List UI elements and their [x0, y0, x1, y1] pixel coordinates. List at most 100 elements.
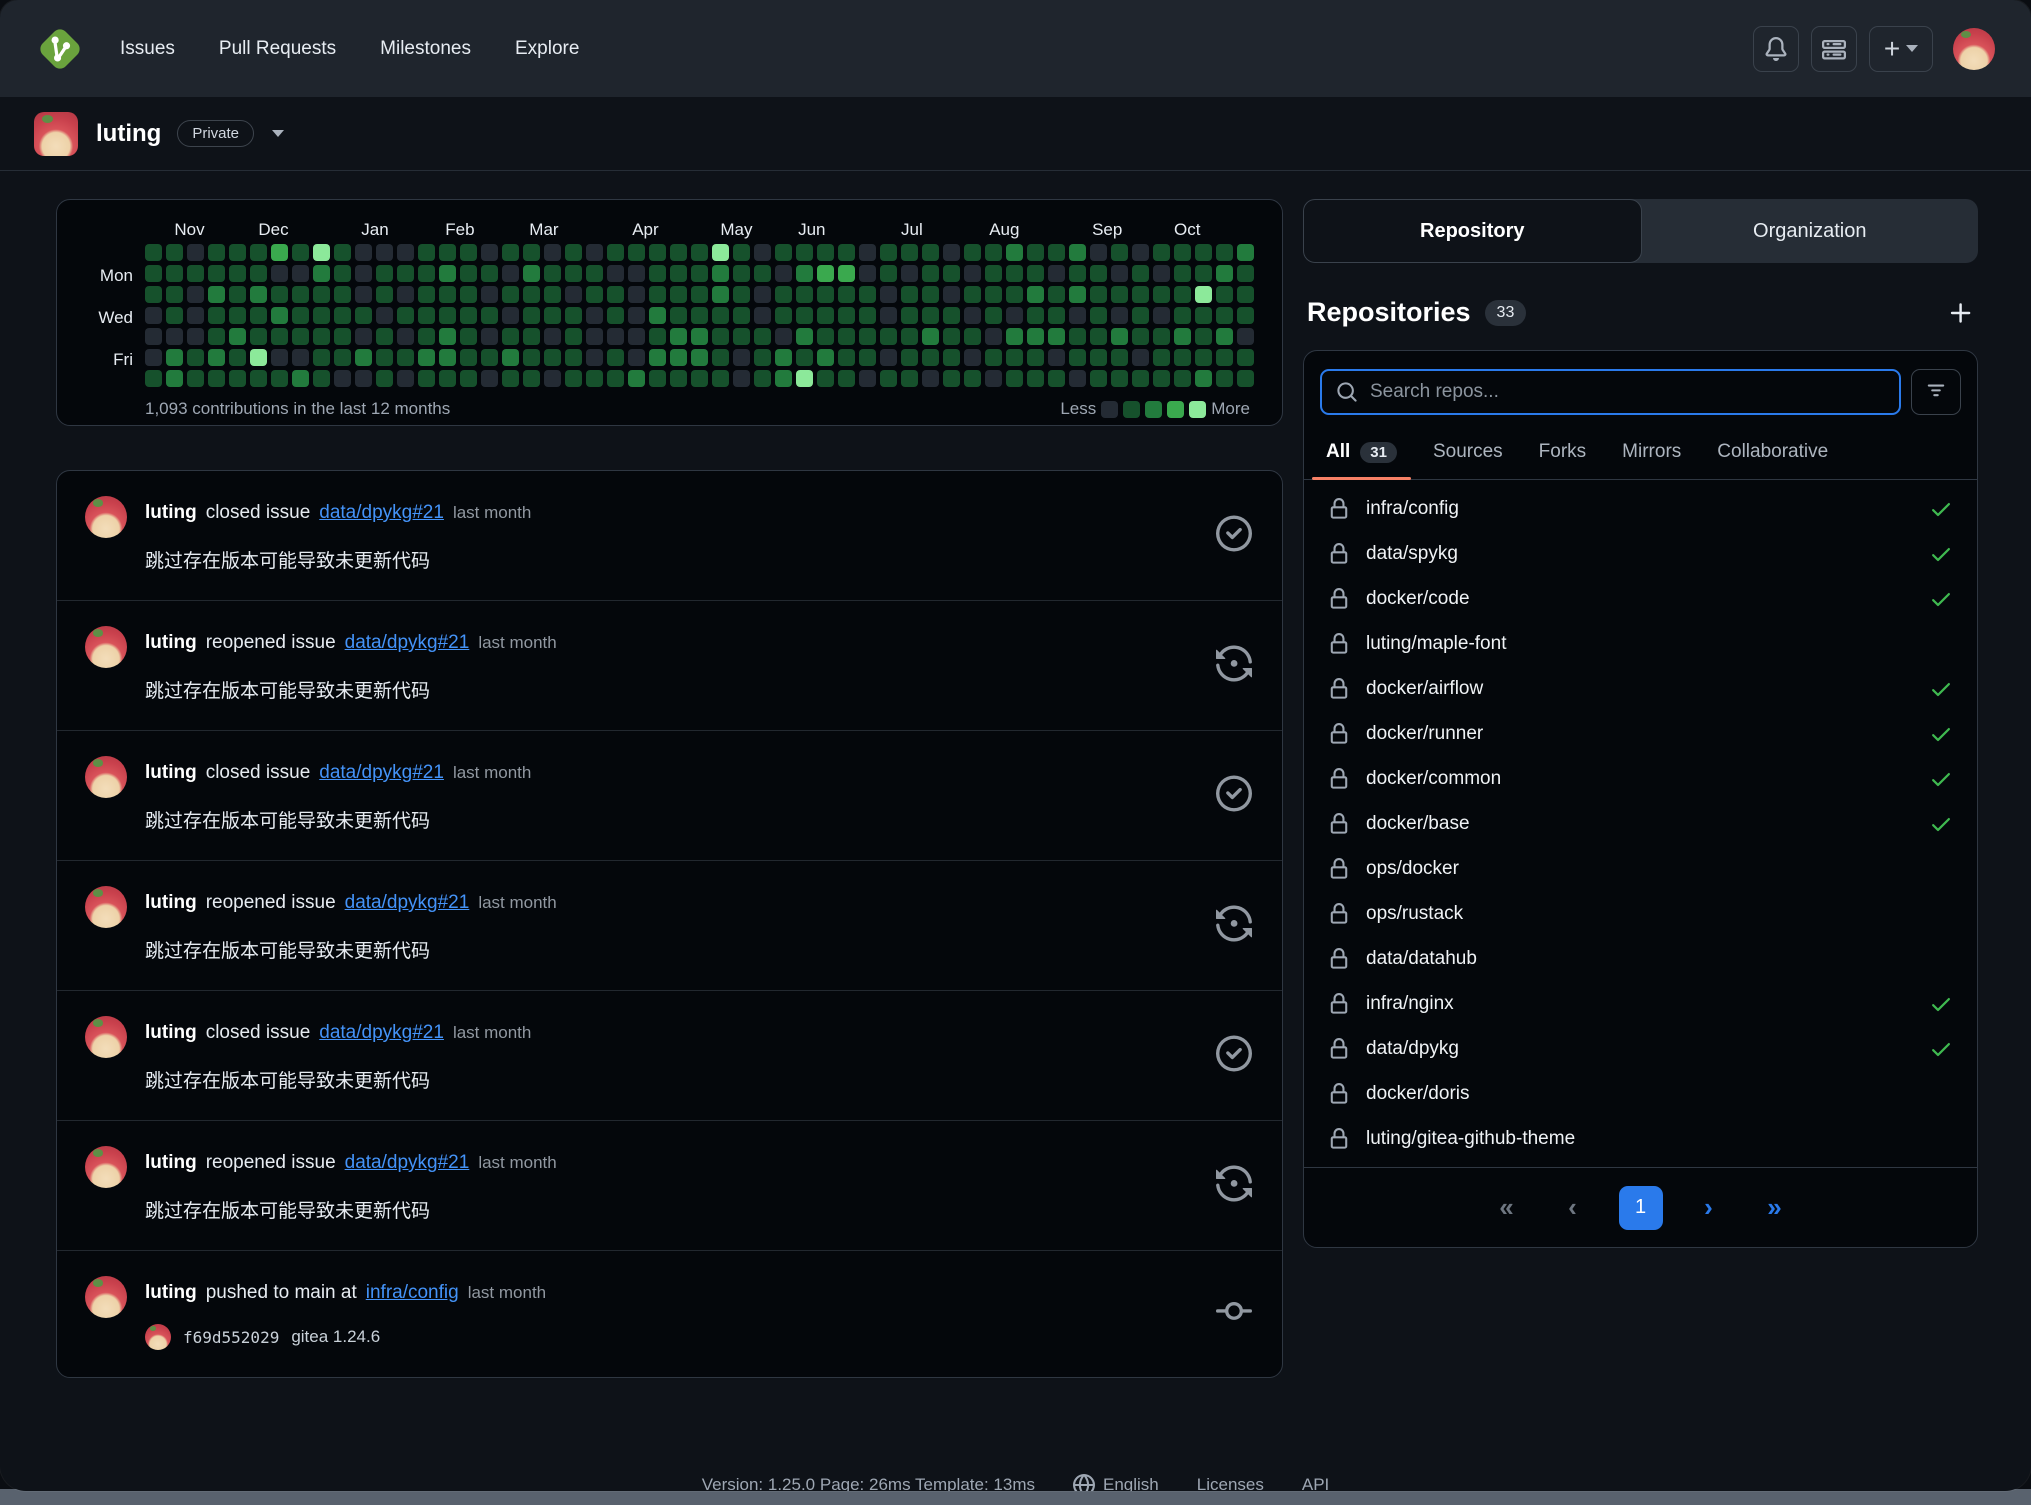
heatmap-cell[interactable] [586, 328, 603, 345]
heatmap-cell[interactable] [166, 286, 183, 303]
heatmap-cell[interactable] [964, 349, 981, 366]
heatmap-cell[interactable] [1132, 328, 1149, 345]
heatmap-cell[interactable] [943, 349, 960, 366]
heatmap-cell[interactable] [796, 370, 813, 387]
heatmap-cell[interactable] [1132, 307, 1149, 324]
heatmap-cell[interactable] [880, 370, 897, 387]
heatmap-cell[interactable] [145, 265, 162, 282]
heatmap-cell[interactable] [208, 349, 225, 366]
heatmap-cell[interactable] [775, 265, 792, 282]
heatmap-cell[interactable] [649, 370, 666, 387]
heatmap-cell[interactable] [1090, 265, 1107, 282]
heatmap-cell[interactable] [250, 370, 267, 387]
heatmap-cell[interactable] [943, 307, 960, 324]
heatmap-cell[interactable] [733, 328, 750, 345]
heatmap-cell[interactable] [313, 265, 330, 282]
heatmap-cell[interactable] [1237, 244, 1254, 261]
heatmap-cell[interactable] [817, 349, 834, 366]
heatmap-cell[interactable] [1027, 349, 1044, 366]
repo-search-input[interactable] [1370, 381, 1885, 403]
heatmap-cell[interactable] [796, 244, 813, 261]
heatmap-cell[interactable] [334, 370, 351, 387]
heatmap-cell[interactable] [775, 328, 792, 345]
heatmap-cell[interactable] [397, 307, 414, 324]
heatmap-cell[interactable] [292, 370, 309, 387]
heatmap-cell[interactable] [460, 307, 477, 324]
heatmap-cell[interactable] [628, 349, 645, 366]
heatmap-cell[interactable] [166, 328, 183, 345]
heatmap-cell[interactable] [376, 307, 393, 324]
heatmap-cell[interactable] [271, 286, 288, 303]
heatmap-cell[interactable] [1048, 286, 1065, 303]
profile-avatar[interactable] [34, 112, 78, 156]
heatmap-cell[interactable] [670, 265, 687, 282]
notifications-button[interactable] [1753, 26, 1799, 72]
heatmap-cell[interactable] [292, 286, 309, 303]
heatmap-cell[interactable] [670, 307, 687, 324]
heatmap-cell[interactable] [208, 265, 225, 282]
heatmap-cell[interactable] [523, 328, 540, 345]
heatmap-cell[interactable] [1195, 286, 1212, 303]
heatmap-cell[interactable] [502, 265, 519, 282]
heatmap-cell[interactable] [376, 328, 393, 345]
heatmap-cell[interactable] [523, 265, 540, 282]
heatmap-cell[interactable] [460, 328, 477, 345]
heatmap-cell[interactable] [670, 370, 687, 387]
repo-row[interactable]: docker/doris [1304, 1071, 1977, 1116]
heatmap-cell[interactable] [313, 328, 330, 345]
heatmap-cell[interactable] [670, 286, 687, 303]
heatmap-cell[interactable] [607, 349, 624, 366]
heatmap-cell[interactable] [166, 307, 183, 324]
heatmap-cell[interactable] [859, 307, 876, 324]
heatmap-cell[interactable] [1174, 370, 1191, 387]
heatmap-cell[interactable] [649, 328, 666, 345]
heatmap-cell[interactable] [208, 286, 225, 303]
heatmap-cell[interactable] [1237, 349, 1254, 366]
admin-panel-button[interactable] [1811, 26, 1857, 72]
heatmap-cell[interactable] [607, 370, 624, 387]
heatmap-cell[interactable] [754, 370, 771, 387]
heatmap-cell[interactable] [397, 265, 414, 282]
heatmap-cell[interactable] [1174, 349, 1191, 366]
heatmap-cell[interactable] [355, 307, 372, 324]
tab-repository[interactable]: Repository [1303, 199, 1642, 263]
heatmap-cell[interactable] [502, 370, 519, 387]
api-link[interactable]: API [1302, 1475, 1329, 1491]
heatmap-cell[interactable] [313, 307, 330, 324]
heatmap-cell[interactable] [775, 349, 792, 366]
heatmap-cell[interactable] [145, 307, 162, 324]
heatmap-cell[interactable] [1006, 328, 1023, 345]
heatmap-cell[interactable] [1111, 307, 1128, 324]
heatmap-cell[interactable] [964, 328, 981, 345]
heatmap-cell[interactable] [481, 370, 498, 387]
heatmap-cell[interactable] [145, 244, 162, 261]
heatmap-cell[interactable] [943, 265, 960, 282]
heatmap-cell[interactable] [397, 244, 414, 261]
heatmap-cell[interactable] [691, 265, 708, 282]
heatmap-cell[interactable] [691, 349, 708, 366]
heatmap-cell[interactable] [187, 265, 204, 282]
heatmap-cell[interactable] [1090, 349, 1107, 366]
heatmap-cell[interactable] [607, 286, 624, 303]
feed-target-link[interactable]: infra/config [366, 1282, 459, 1304]
heatmap-cell[interactable] [334, 328, 351, 345]
heatmap-cell[interactable] [271, 265, 288, 282]
pagination-last-button[interactable]: » [1755, 1192, 1795, 1223]
heatmap-cell[interactable] [1195, 265, 1212, 282]
heatmap-cell[interactable] [460, 244, 477, 261]
heatmap-cell[interactable] [817, 370, 834, 387]
feed-avatar[interactable] [85, 1146, 127, 1188]
heatmap-cell[interactable] [859, 370, 876, 387]
heatmap-cell[interactable] [187, 349, 204, 366]
heatmap-cell[interactable] [439, 244, 456, 261]
heatmap-cell[interactable] [418, 349, 435, 366]
heatmap-cell[interactable] [250, 307, 267, 324]
heatmap-cell[interactable] [439, 328, 456, 345]
heatmap-cell[interactable] [292, 265, 309, 282]
commit-hash-link[interactable]: f69d552029 [183, 1328, 279, 1347]
repo-row[interactable]: luting/gitea-github-theme [1304, 1116, 1977, 1161]
heatmap-cell[interactable] [691, 307, 708, 324]
heatmap-cell[interactable] [208, 370, 225, 387]
heatmap-cell[interactable] [712, 244, 729, 261]
heatmap-cell[interactable] [922, 265, 939, 282]
